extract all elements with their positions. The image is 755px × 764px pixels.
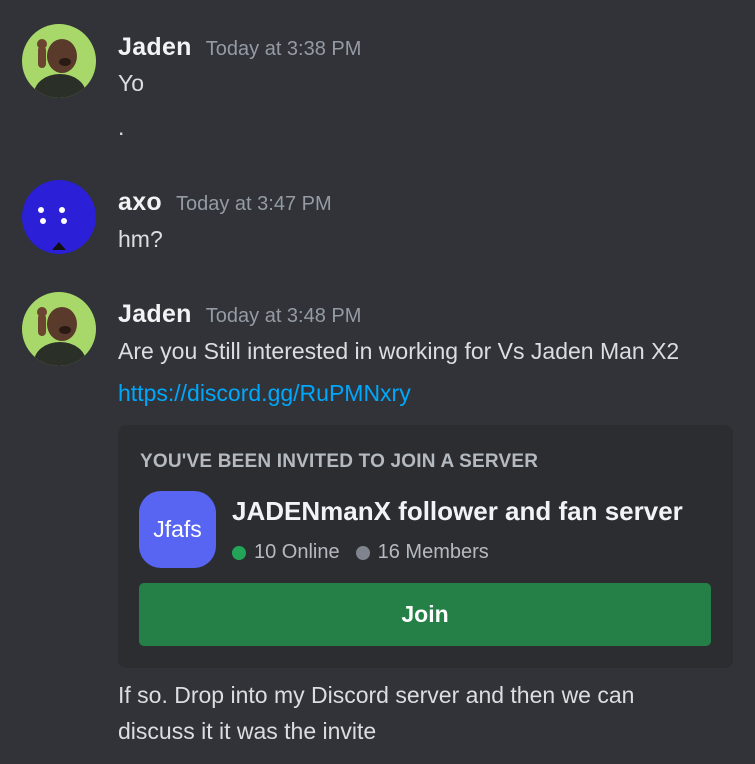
message-text: Are you Still interested in working for … [118,338,680,364]
invite-heading: YOU'VE BEEN INVITED TO JOIN A SERVER [140,451,539,472]
message-text: discuss it it was the invite [118,718,377,744]
online-count: 10 Online [254,541,340,563]
message-text: . [118,114,125,140]
server-icon[interactable]: Jfafs [139,491,216,568]
join-button[interactable]: Join [139,583,711,646]
invite-link[interactable]: https://discord.gg/RuPMNxry [118,380,411,406]
message-timestamp: Today at 3:47 PM [175,193,332,215]
message-author[interactable]: Jaden [118,33,192,62]
message-text: hm? [118,226,163,252]
message-text: Yo [118,70,145,96]
chat-messages: Jaden Today at 3:38 PM Yo . axo Today at… [0,0,755,764]
server-invite-card: YOU'VE BEEN INVITED TO JOIN A SERVER Jfa… [118,425,733,668]
axo-avatar[interactable] [22,180,96,254]
message-author[interactable]: axo [118,188,162,217]
member-count: 16 Members [377,541,489,563]
members-dot-icon [355,545,370,560]
message-link-line: https://discord.gg/RuPMNxry [118,380,411,407]
server-name[interactable]: JADENmanX follower and fan server [232,496,683,527]
message-timestamp: Today at 3:48 PM [205,305,362,327]
message-author[interactable]: Jaden [118,300,192,329]
jaden-avatar[interactable] [22,24,96,98]
message-text: If so. Drop into my Discord server and t… [118,682,635,708]
server-stats: 10 Online 16 Members [232,541,489,564]
jaden-avatar[interactable] [22,292,96,366]
message-timestamp: Today at 3:38 PM [205,38,362,60]
online-dot-icon [232,545,246,560]
